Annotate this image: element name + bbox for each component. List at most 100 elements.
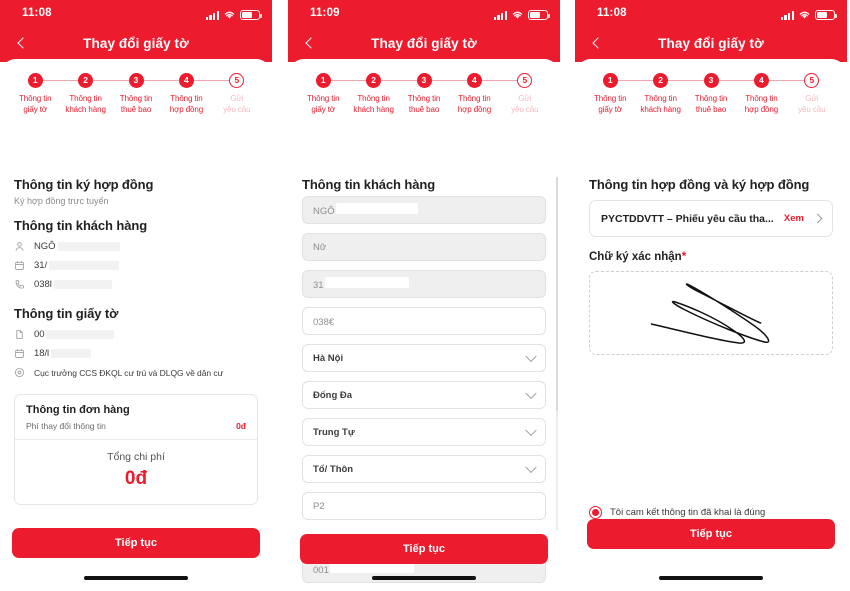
redacted-block — [53, 279, 112, 289]
signal-bars-icon — [205, 10, 219, 20]
status-indicators — [205, 6, 262, 20]
redacted-block — [46, 329, 115, 339]
status-clock: 11:09 — [310, 7, 340, 19]
province-select[interactable]: Hà Nội — [302, 344, 546, 372]
field-value: Hà Nội — [313, 352, 344, 364]
phone-field[interactable]: 038€ — [302, 307, 546, 335]
step-item-2[interactable]: 2 Thông tin khách hàng — [348, 73, 425, 115]
continue-button[interactable]: Tiếp tục — [12, 528, 260, 558]
section-title-document: Thông tin giấy tờ — [14, 306, 119, 321]
back-chevron-left-icon[interactable] — [12, 34, 30, 52]
step-item-1[interactable]: 1 Thông tin giấy tờ — [298, 73, 374, 115]
step-bubble: 4 — [466, 73, 482, 88]
phone-screen-customer-form: 11:09 Thay đổi giấy tờ 1 Thông tin giấy … — [288, 0, 560, 591]
nav-bar: Thay đổi giấy tờ — [0, 26, 272, 60]
address-field[interactable]: P2 — [302, 492, 546, 520]
step-bubble: 5 — [804, 73, 820, 88]
step-label: Thông tin giấy tờ — [18, 94, 52, 114]
step-bubble: 5 — [229, 73, 245, 88]
info-row-value: 038l — [34, 279, 112, 290]
district-select[interactable]: Đống Đa — [302, 381, 546, 409]
gender-field[interactable]: Nữ — [302, 233, 546, 261]
continue-button[interactable]: Tiếp tục — [587, 519, 835, 549]
step-label: Thông tin giấy tờ — [593, 94, 627, 114]
field-value: Tổ/ Thôn — [313, 463, 354, 475]
view-document-link[interactable]: Xem — [784, 213, 804, 224]
progress-stepper: 1 Thông tin giấy tờ 2 Thông tin khách hà… — [0, 59, 272, 121]
order-summary-card: Thông tin đơn hàng Phí thay đổi thông ti… — [14, 394, 258, 505]
field-value: 038€ — [313, 314, 412, 328]
section-title-customer: Thông tin khách hàng — [302, 177, 436, 192]
redacted-block — [57, 241, 120, 251]
section-title-contract-sign: Thông tin ký hợp đồng — [14, 177, 154, 192]
nav-bar: Thay đổi giấy tờ — [575, 26, 847, 60]
step-bubble: 3 — [416, 73, 432, 88]
info-row: 31/ — [14, 256, 258, 275]
signal-bars-icon — [780, 10, 794, 20]
order-fee-label: Phí thay đổi thông tin — [26, 421, 106, 431]
step-item-5[interactable]: 5 Gửi yêu cầu — [500, 73, 550, 115]
step-item-5[interactable]: 5 Gửi yêu cầu — [787, 73, 837, 115]
step-bubble: 2 — [653, 73, 669, 88]
step-item-1[interactable]: 1 Thông tin giấy tờ — [10, 73, 86, 115]
contract-document-row[interactable]: PYCTDDVTT – Phiếu yêu cầu tha... Xem — [589, 200, 833, 237]
step-label: Thông tin hợp đồng — [169, 94, 204, 114]
calendar-icon — [14, 348, 25, 359]
chevron-down-icon — [525, 461, 537, 474]
battery-icon — [815, 10, 837, 20]
vertical-scrollbar[interactable] — [556, 177, 558, 531]
wifi-icon — [511, 10, 524, 20]
info-row-value: 00 — [34, 329, 115, 340]
field-value: 001 — [313, 562, 414, 576]
step-item-3[interactable]: 3 Thông tin thuê bao — [399, 73, 475, 115]
redacted-block — [49, 260, 120, 270]
page-title: Thay đổi giấy tờ — [371, 35, 477, 51]
chevron-down-icon — [525, 424, 537, 437]
wifi-icon — [798, 10, 811, 20]
consent-row[interactable]: Tôi cam kết thông tin đã khai là đúng — [589, 506, 833, 519]
info-row-value: NGÔ — [34, 241, 120, 252]
wifi-icon — [223, 10, 236, 20]
masked-value — [335, 314, 412, 325]
chevron-right-icon — [812, 213, 823, 224]
step-bubble: 4 — [178, 73, 194, 88]
consent-label: Tôi cam kết thông tin đã khai là đúng — [610, 507, 766, 518]
step-item-3[interactable]: 3 Thông tin thuê bao — [686, 73, 762, 115]
info-row-value: Cục trưởng CCS ĐKQL cư trú và DLQG về dâ… — [34, 367, 224, 378]
step-item-2[interactable]: 2 Thông tin khách hàng — [635, 73, 712, 115]
page-title: Thay đổi giấy tờ — [83, 35, 189, 51]
app-header: 11:09 Thay đổi giấy tờ — [288, 0, 560, 62]
ward-select[interactable]: Trung Tự — [302, 418, 546, 446]
step-item-4[interactable]: 4 Thông tin hợp đồng — [449, 73, 525, 115]
full-name-field[interactable]: NGÔ — [302, 196, 546, 224]
step-bubble: 4 — [753, 73, 769, 88]
field-value: Đống Đa — [313, 389, 353, 401]
signature-canvas[interactable] — [589, 271, 833, 355]
hamlet-select[interactable]: Tổ/ Thôn — [302, 455, 546, 483]
step-bubble: 1 — [315, 73, 331, 88]
back-chevron-left-icon[interactable] — [300, 34, 318, 52]
step-item-3[interactable]: 3 Thông tin thuê bao — [111, 73, 187, 115]
app-header: 11:08 Thay đổi giấy tờ — [0, 0, 272, 62]
step-item-5[interactable]: 5 Gửi yêu cầu — [212, 73, 262, 115]
calendar-icon — [14, 260, 25, 271]
consent-radio-icon[interactable] — [589, 506, 602, 519]
masked-value — [335, 203, 418, 214]
step-label: Thông tin khách hàng — [353, 94, 394, 114]
step-item-4[interactable]: 4 Thông tin hợp đồng — [161, 73, 237, 115]
back-chevron-left-icon[interactable] — [587, 34, 605, 52]
continue-button[interactable]: Tiếp tục — [300, 534, 548, 564]
birthdate-field[interactable]: 31 — [302, 270, 546, 298]
step-item-4[interactable]: 4 Thông tin hợp đồng — [736, 73, 812, 115]
battery-icon — [528, 10, 550, 20]
order-total-label: Tổng chi phí — [107, 451, 165, 463]
step-item-2[interactable]: 2 Thông tin khách hàng — [60, 73, 137, 115]
app-header: 11:08 Thay đổi giấy tờ — [575, 0, 847, 62]
step-bubble: 2 — [78, 73, 94, 88]
order-total-row: Tổng chi phí 0đ — [15, 439, 257, 504]
info-row: NGÔ — [14, 237, 258, 256]
status-indicators — [493, 6, 550, 20]
field-value: Trung Tự — [313, 426, 355, 438]
step-item-1[interactable]: 1 Thông tin giấy tờ — [585, 73, 661, 115]
field-value: NGÔ — [313, 203, 418, 217]
